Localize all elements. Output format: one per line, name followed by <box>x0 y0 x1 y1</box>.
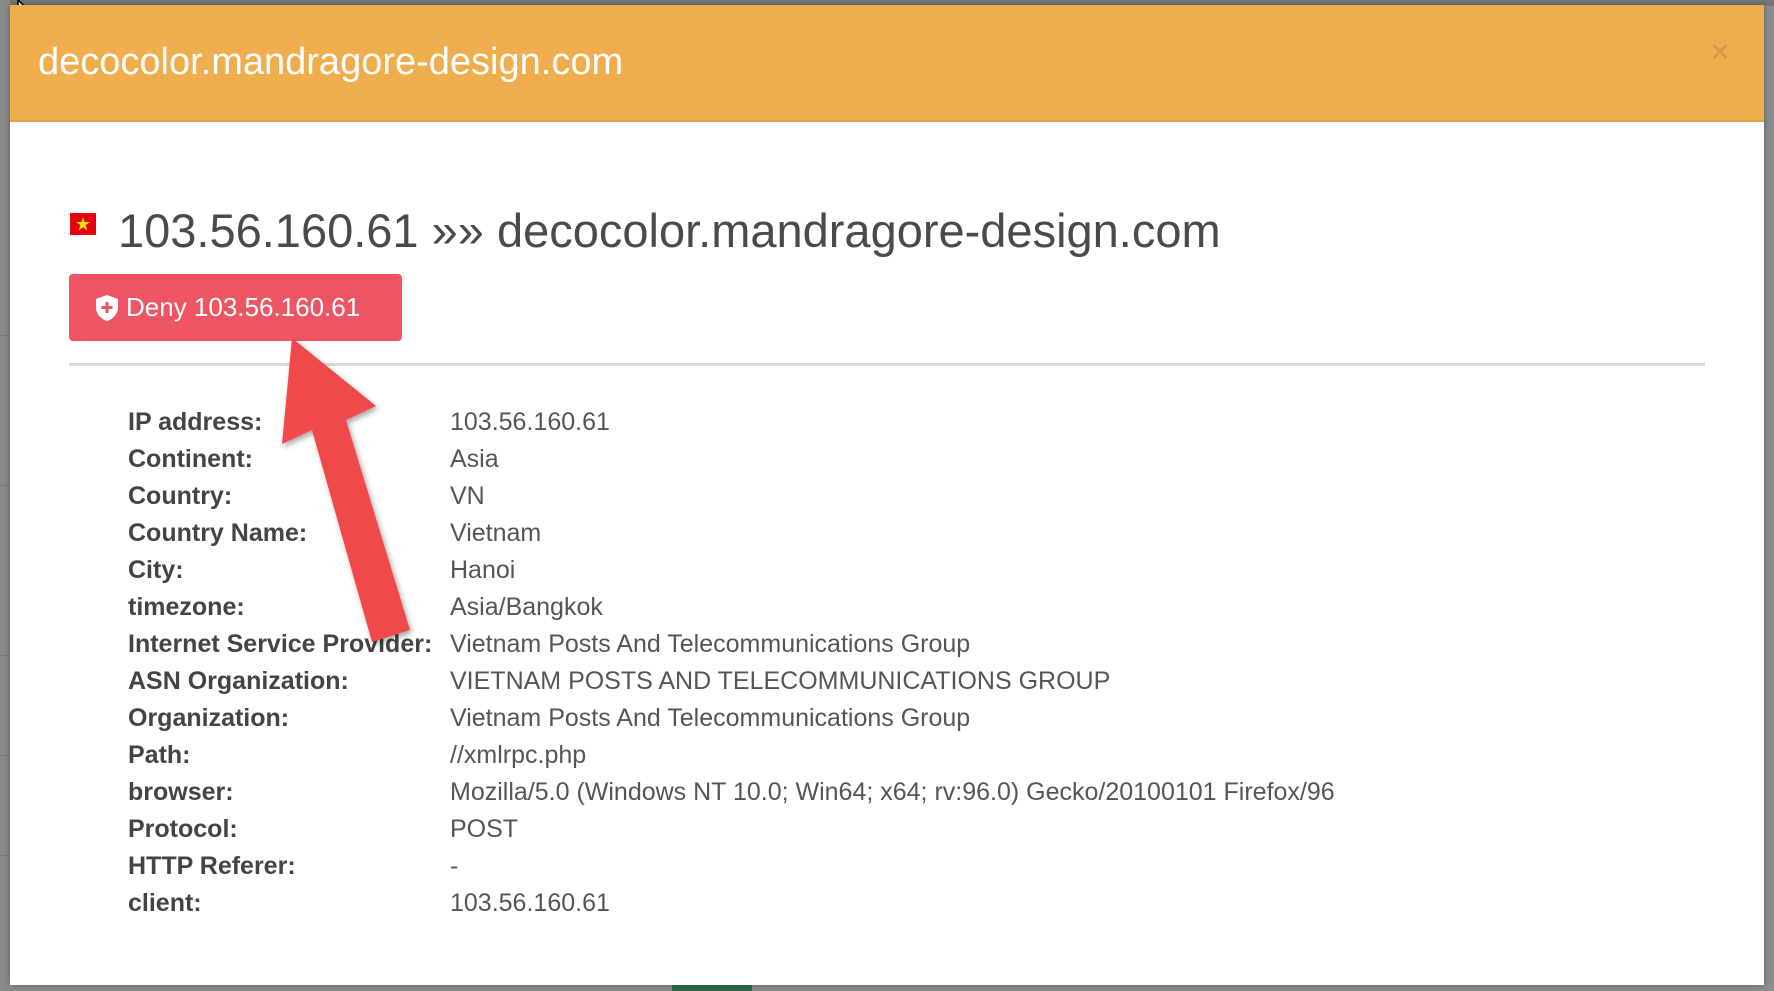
detail-value: - <box>450 852 459 880</box>
shield-plus-icon <box>94 294 120 322</box>
detail-value: Asia <box>450 445 499 473</box>
detail-label: client: <box>128 889 202 917</box>
detail-label: Continent: <box>128 445 253 473</box>
background-divider <box>0 485 10 486</box>
detail-value: Mozilla/5.0 (Windows NT 10.0; Win64; x64… <box>450 778 1335 806</box>
detail-value: VN <box>450 482 485 510</box>
background-page-edge <box>0 0 10 991</box>
detail-label: HTTP Referer: <box>128 852 296 880</box>
annotation-arrow-icon <box>282 338 410 642</box>
detail-value: //xmlrpc.php <box>450 741 587 769</box>
detail-value: Vietnam <box>450 519 542 547</box>
detail-value: Asia/Bangkok <box>450 593 603 621</box>
background-divider <box>0 335 10 336</box>
background-divider <box>0 755 10 756</box>
detail-label: Country: <box>128 482 233 510</box>
detail-label: ASN Organization: <box>128 667 349 695</box>
modal-title: decocolor.mandragore-design.com <box>38 41 624 83</box>
detail-label: browser: <box>128 778 234 806</box>
vietnam-flag-icon <box>70 213 96 235</box>
detail-label: Path: <box>128 741 191 769</box>
detail-value: 103.56.160.61 <box>450 889 610 917</box>
detail-label: Organization: <box>128 704 290 732</box>
detail-value: POST <box>450 815 519 843</box>
background-button <box>672 984 752 991</box>
detail-label: City: <box>128 556 184 584</box>
background-divider <box>0 655 10 656</box>
modal-header: decocolor.mandragore-design.com × <box>10 5 1764 122</box>
detail-label: timezone: <box>128 593 245 621</box>
close-button[interactable]: × <box>1710 35 1730 69</box>
detail-value: Vietnam Posts And Telecommunications Gro… <box>450 704 971 732</box>
detail-value: 103.56.160.61 <box>450 408 610 436</box>
detail-value: Hanoi <box>450 556 516 584</box>
background-divider <box>0 855 10 856</box>
deny-button-label: Deny 103.56.160.61 <box>126 292 361 322</box>
detail-value: VIETNAM POSTS AND TELECOMMUNICATIONS GRO… <box>450 667 1111 695</box>
detail-label: IP address: <box>128 408 263 436</box>
ip-heading: 103.56.160.61 »» decocolor.mandragore-de… <box>118 204 1221 257</box>
detail-value: Vietnam Posts And Telecommunications Gro… <box>450 630 971 658</box>
detail-label: Protocol: <box>128 815 238 843</box>
